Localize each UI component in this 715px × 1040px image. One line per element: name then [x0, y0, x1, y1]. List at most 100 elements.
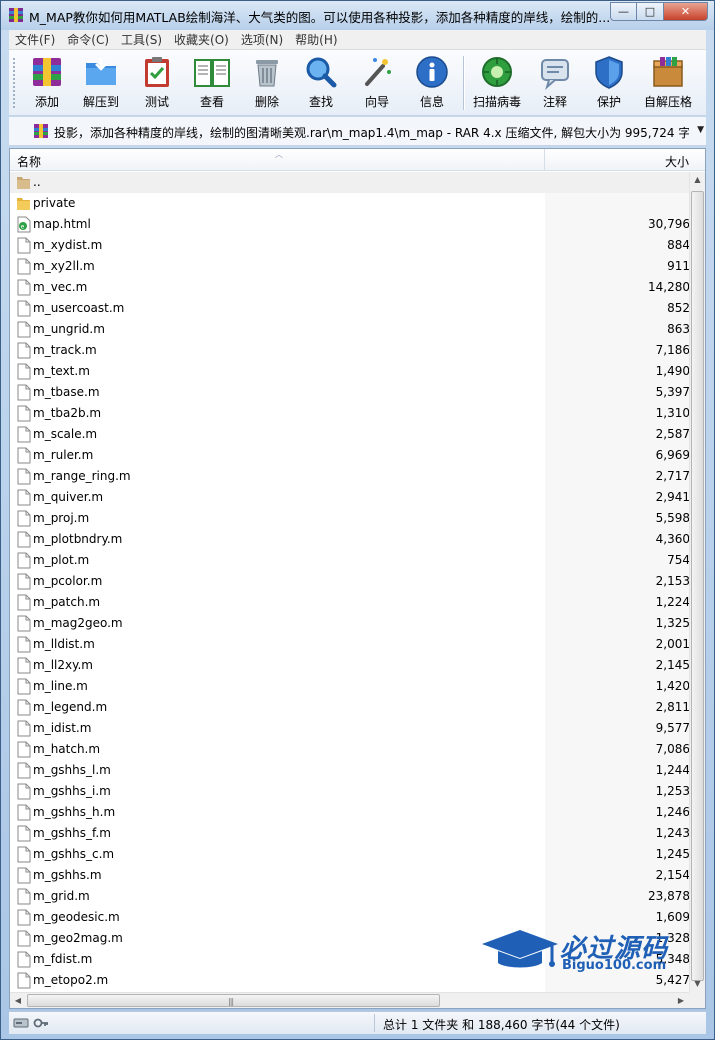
file-row[interactable]: m_plotbndry.m 4,360: [10, 529, 690, 550]
extract-folder-icon: [86, 58, 116, 85]
file-row[interactable]: m_lldist.m 2,001: [10, 634, 690, 655]
document-file-icon: [17, 489, 31, 506]
minimize-button[interactable]: —: [610, 2, 637, 21]
file-row[interactable]: m_gshhs_i.m 1,253: [10, 781, 690, 802]
folder-row[interactable]: private: [10, 193, 690, 214]
menu-help[interactable]: 帮助(H): [289, 31, 343, 48]
file-size: 1,246: [655, 805, 690, 819]
file-row[interactable]: m_proj.m 5,598: [10, 508, 690, 529]
path-dropdown-icon[interactable]: ▼: [697, 125, 704, 135]
column-size-header[interactable]: 大小: [665, 153, 689, 170]
menu-file[interactable]: 文件(F): [9, 31, 61, 48]
toolbar-separator: [463, 56, 464, 110]
file-row[interactable]: e map.html 30,796: [10, 214, 690, 235]
file-name: m_ll2xy.m: [33, 658, 93, 672]
sfx-button[interactable]: 自解压格: [637, 54, 699, 110]
file-row[interactable]: m_track.m 7,186: [10, 340, 690, 361]
scroll-right-button[interactable]: ▶: [673, 993, 689, 1008]
test-clipboard-icon: [145, 57, 169, 87]
file-size: 2,587: [655, 427, 690, 441]
column-name-header[interactable]: 名称: [17, 153, 41, 170]
virus-scan-button[interactable]: 扫描病毒: [469, 54, 525, 110]
file-row[interactable]: m_tba2b.m 1,310: [10, 403, 690, 424]
delete-button[interactable]: 删除: [239, 54, 295, 110]
file-row[interactable]: m_gshhs_f.m 1,243: [10, 823, 690, 844]
key-icon[interactable]: [33, 1017, 49, 1029]
document-file-icon: [17, 363, 31, 380]
find-button[interactable]: 查找: [293, 54, 349, 110]
horizontal-scroll-thumb[interactable]: |||: [27, 994, 440, 1007]
view-book-icon: [194, 59, 230, 87]
find-magnifier-icon: [306, 57, 337, 88]
scroll-left-button[interactable]: ◀: [10, 993, 26, 1008]
menu-options[interactable]: 选项(N): [235, 31, 289, 48]
menu-commands[interactable]: 命令(C): [61, 31, 115, 48]
file-name: m_gshhs.m: [33, 868, 102, 882]
add-button[interactable]: 添加: [19, 54, 75, 110]
document-file-icon: [17, 258, 31, 275]
title-bar[interactable]: M_MAP教你如何用MATLAB绘制海洋、大气类的图。可以使用各种投影，添加各种…: [1, 1, 714, 30]
file-row[interactable]: m_ll2xy.m 2,145: [10, 655, 690, 676]
virus-scan-label: 扫描病毒: [472, 95, 521, 109]
file-row[interactable]: m_idist.m 9,577: [10, 718, 690, 739]
file-row[interactable]: m_gshhs_l.m 1,244: [10, 760, 690, 781]
file-row[interactable]: m_ruler.m 6,969: [10, 445, 690, 466]
extract-to-button[interactable]: 解压到: [73, 54, 129, 110]
file-row[interactable]: m_gshhs_c.m 1,245: [10, 844, 690, 865]
scroll-down-button[interactable]: ▼: [690, 976, 705, 992]
file-row[interactable]: m_pcolor.m 2,153: [10, 571, 690, 592]
document-file-icon: [17, 594, 31, 611]
file-name: m_geodesic.m: [33, 910, 120, 924]
file-row[interactable]: m_vec.m 14,280: [10, 277, 690, 298]
column-divider[interactable]: [544, 149, 545, 171]
file-name: ..: [33, 175, 41, 189]
comment-button[interactable]: 注释: [527, 54, 583, 110]
folder-icon: [17, 198, 30, 210]
file-row[interactable]: m_ungrid.m 863: [10, 319, 690, 340]
file-row[interactable]: m_gshhs.m 2,154: [10, 865, 690, 886]
close-button[interactable]: ✕: [664, 2, 708, 21]
file-row[interactable]: m_xydist.m 884: [10, 235, 690, 256]
file-row[interactable]: m_range_ring.m 2,717: [10, 466, 690, 487]
file-row[interactable]: m_quiver.m 2,941: [10, 487, 690, 508]
file-row[interactable]: m_grid.m 23,878: [10, 886, 690, 907]
maximize-button[interactable]: □: [637, 2, 664, 21]
menu-favorites[interactable]: 收藏夹(O): [168, 31, 235, 48]
info-button[interactable]: 信息: [404, 54, 460, 110]
toolbar-grip[interactable]: [13, 58, 16, 108]
drive-icon[interactable]: [13, 1017, 29, 1029]
protect-button[interactable]: 保护: [581, 54, 637, 110]
scroll-corner: [689, 992, 705, 1008]
status-divider: [374, 1014, 375, 1032]
file-row[interactable]: m_mag2geo.m 1,325: [10, 613, 690, 634]
file-row[interactable]: m_geodesic.m 1,609: [10, 907, 690, 928]
horizontal-scrollbar[interactable]: ◀ ||| ▶: [10, 992, 689, 1008]
file-row[interactable]: m_gshhs_h.m 1,246: [10, 802, 690, 823]
view-button[interactable]: 查看: [184, 54, 240, 110]
file-row[interactable]: m_tbase.m 5,397: [10, 382, 690, 403]
scroll-up-button[interactable]: ▲: [690, 172, 705, 188]
file-row[interactable]: m_plot.m 754: [10, 550, 690, 571]
sfx-label: 自解压格: [643, 95, 692, 109]
wizard-button[interactable]: 向导: [349, 54, 405, 110]
file-row[interactable]: m_patch.m 1,224: [10, 592, 690, 613]
file-name: m_plot.m: [33, 553, 90, 567]
file-name: m_gshhs_i.m: [33, 784, 111, 798]
test-button[interactable]: 测试: [129, 54, 185, 110]
file-row[interactable]: m_scale.m 2,587: [10, 424, 690, 445]
file-row[interactable]: m_text.m 1,490: [10, 361, 690, 382]
vertical-scrollbar[interactable]: ▲ ▼: [689, 172, 705, 992]
menu-tools[interactable]: 工具(S): [115, 31, 168, 48]
file-row[interactable]: m_legend.m 2,811: [10, 697, 690, 718]
file-row[interactable]: m_line.m 1,420: [10, 676, 690, 697]
vertical-scroll-thumb[interactable]: [691, 191, 704, 981]
address-bar[interactable]: 投影，添加各种精度的岸线，绘制的图清晰美观.rar\m_map1.4\m_map…: [9, 117, 706, 146]
winrar-app-icon[interactable]: [8, 7, 24, 23]
file-row[interactable]: m_hatch.m 7,086: [10, 739, 690, 760]
document-file-icon: [17, 972, 31, 989]
find-label: 查找: [308, 95, 333, 109]
file-row[interactable]: m_xy2ll.m 911: [10, 256, 690, 277]
file-row[interactable]: m_usercoast.m 852: [10, 298, 690, 319]
folder-row[interactable]: ..: [10, 172, 690, 193]
file-size: 9,577: [655, 721, 690, 735]
